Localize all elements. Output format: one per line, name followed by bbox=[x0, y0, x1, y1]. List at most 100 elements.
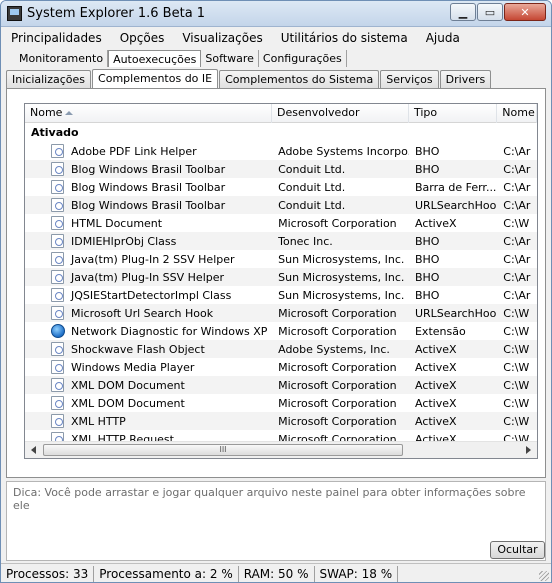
cell-path: C:\Ar bbox=[503, 144, 531, 158]
row-name: Microsoft Url Search Hook bbox=[71, 306, 214, 320]
tab-software[interactable]: Software bbox=[201, 50, 259, 67]
table-row[interactable]: XML DOM Document Microsoft Corporation Act… bbox=[25, 376, 537, 394]
row-name: Blog Windows Brasil Toolbar bbox=[71, 162, 226, 176]
cell-name: Adobe PDF Link Helper bbox=[25, 144, 272, 158]
cell-path: C:\W bbox=[503, 414, 530, 428]
maximize-button[interactable]: ▭ bbox=[477, 3, 503, 21]
cell-type: BHO bbox=[414, 162, 440, 176]
scroll-thumb[interactable]: III bbox=[43, 444, 403, 456]
table-row[interactable]: Java(tm) Plug-In 2 SSV Helper Sun Microsy… bbox=[25, 250, 537, 268]
drop-panel[interactable]: Dica: Você pode arrastar e jogar qualque… bbox=[6, 481, 546, 561]
menu-opcoes[interactable]: Opções bbox=[111, 31, 174, 45]
cell-type: BHO bbox=[414, 234, 440, 248]
cell-type: ActiveX bbox=[414, 414, 457, 428]
tab-complementos-sistema[interactable]: Complementos do Sistema bbox=[219, 70, 380, 88]
tab-servicos[interactable]: Serviços bbox=[380, 70, 439, 88]
cell-developer: Sun Microsystems, Inc. bbox=[278, 288, 405, 302]
file-icon bbox=[51, 252, 64, 266]
tab-autoexecucoes[interactable]: Autoexecuções bbox=[108, 50, 202, 67]
cell-name: JQSIEStartDetectorImpl Class bbox=[25, 288, 272, 302]
file-icon bbox=[51, 216, 64, 230]
row-name: Blog Windows Brasil Toolbar bbox=[71, 198, 226, 212]
file-icon bbox=[51, 360, 64, 374]
status-processing: Processamento a: 2 % bbox=[94, 565, 239, 582]
cell-name: HTML Document bbox=[25, 216, 272, 230]
app-icon[interactable] bbox=[7, 6, 22, 21]
column-header-caminho[interactable]: Nome bbox=[497, 104, 537, 123]
cell-type: ActiveX bbox=[414, 216, 457, 230]
cell-path: C:\W bbox=[503, 396, 530, 410]
file-icon bbox=[51, 234, 64, 248]
cell-developer: Microsoft Corporation bbox=[278, 396, 397, 410]
table-row[interactable]: Shockwave Flash Object Adobe Systems, Inc… bbox=[25, 340, 537, 358]
table-row[interactable]: Blog Windows Brasil Toolbar Conduit Ltd. B… bbox=[25, 160, 537, 178]
menu-visualizacoes[interactable]: Visualizações bbox=[173, 31, 271, 45]
addons-list[interactable]: Nome Desenvolvedor Tipo Nome Ativado Ado… bbox=[24, 103, 538, 459]
table-row[interactable]: Blog Windows Brasil Toolbar Conduit Ltd. B… bbox=[25, 178, 537, 196]
file-icon bbox=[51, 378, 64, 392]
row-name: JQSIEStartDetectorImpl Class bbox=[71, 288, 232, 302]
list-header: Nome Desenvolvedor Tipo Nome bbox=[25, 104, 537, 123]
cell-type: URLSearchHook bbox=[414, 306, 498, 320]
table-row[interactable]: JQSIEStartDetectorImpl Class Sun Microsys… bbox=[25, 286, 537, 304]
minimize-button[interactable]: ▁ bbox=[450, 3, 476, 21]
table-row[interactable]: IDMIEHlprObj Class Tonec Inc. BHO C:\Ar bbox=[25, 232, 537, 250]
file-icon bbox=[51, 414, 64, 428]
tab-monitoramento[interactable]: Monitoramento bbox=[15, 50, 109, 67]
column-header-nome[interactable]: Nome bbox=[25, 104, 273, 123]
status-bar: Processos: 33 Processamento a: 2 % RAM: … bbox=[1, 563, 551, 582]
tab-configuracoes[interactable]: Configurações bbox=[258, 50, 347, 67]
hide-button[interactable]: Ocultar bbox=[490, 541, 545, 559]
close-button[interactable]: ✕ bbox=[504, 3, 546, 21]
table-row[interactable]: XML HTTP Microsoft Corporation ActiveX C:\W bbox=[25, 412, 537, 430]
table-row[interactable]: XML DOM Document Microsoft Corporation Act… bbox=[25, 394, 537, 412]
cell-path: C:\W bbox=[503, 324, 530, 338]
table-row[interactable]: Windows Media Player Microsoft Corporatio… bbox=[25, 358, 537, 376]
cell-name: Java(tm) Plug-In 2 SSV Helper bbox=[25, 252, 272, 266]
menu-utilitarios[interactable]: Utilitários do sistema bbox=[272, 31, 417, 45]
cell-type: BHO bbox=[414, 270, 440, 284]
file-icon bbox=[51, 144, 64, 158]
table-row[interactable]: Blog Windows Brasil Toolbar Conduit Ltd. U… bbox=[25, 196, 537, 214]
tab-complementos-ie[interactable]: Complementos do IE bbox=[92, 69, 219, 89]
row-name: Blog Windows Brasil Toolbar bbox=[71, 180, 226, 194]
tab-drivers[interactable]: Drivers bbox=[439, 70, 492, 88]
cell-name: Shockwave Flash Object bbox=[25, 342, 272, 356]
tab-panel: Nome Desenvolvedor Tipo Nome Ativado Ado… bbox=[6, 88, 546, 478]
horizontal-scrollbar[interactable]: III bbox=[25, 441, 537, 458]
cell-type: ActiveX bbox=[414, 360, 457, 374]
menu-bar: Principalidades Opções Visualizações Uti… bbox=[1, 28, 551, 48]
menu-principalidades[interactable]: Principalidades bbox=[1, 31, 111, 45]
cell-path: C:\W bbox=[503, 378, 530, 392]
table-row[interactable]: Adobe PDF Link Helper Adobe Systems Incor… bbox=[25, 142, 537, 160]
column-header-tipo[interactable]: Tipo bbox=[409, 104, 498, 123]
table-row[interactable]: Java(tm) Plug-In SSV Helper Sun Microsyst… bbox=[25, 268, 537, 286]
cell-type: ActiveX bbox=[414, 378, 457, 392]
resize-grip-icon[interactable] bbox=[539, 571, 549, 581]
cell-developer: Conduit Ltd. bbox=[278, 180, 346, 194]
row-name: Adobe PDF Link Helper bbox=[71, 144, 197, 158]
row-name: XML DOM Document bbox=[71, 396, 185, 410]
menu-ajuda[interactable]: Ajuda bbox=[417, 31, 469, 45]
column-header-desenvolvedor[interactable]: Desenvolvedor bbox=[272, 104, 409, 123]
cell-path: C:\W bbox=[503, 342, 530, 356]
cell-path: C:\Ar bbox=[503, 252, 531, 266]
table-row[interactable]: Network Diagnostic for Windows XP Microso… bbox=[25, 322, 537, 340]
cell-type: Extensão bbox=[414, 324, 466, 338]
file-icon bbox=[51, 162, 64, 176]
file-icon bbox=[51, 342, 64, 356]
main-tabs: Monitoramento Autoexecuções Software Con… bbox=[15, 49, 347, 67]
scroll-right-icon[interactable] bbox=[526, 446, 531, 454]
cell-developer: Adobe Systems, Inc. bbox=[278, 342, 390, 356]
scroll-left-icon[interactable] bbox=[31, 446, 36, 454]
title-bar[interactable]: System Explorer 1.6 Beta 1 ▁ ▭ ✕ bbox=[1, 1, 551, 27]
cell-type: ActiveX bbox=[414, 342, 457, 356]
cell-developer: Tonec Inc. bbox=[278, 234, 333, 248]
status-swap: SWAP: 18 % bbox=[315, 565, 399, 582]
tab-inicializacoes[interactable]: Inicializações bbox=[6, 70, 92, 88]
cell-path: C:\W bbox=[503, 216, 530, 230]
table-row[interactable]: HTML Document Microsoft Corporation Active… bbox=[25, 214, 537, 232]
table-row[interactable]: Microsoft Url Search Hook Microsoft Corpo… bbox=[25, 304, 537, 322]
sub-tabs: Inicializações Complementos do IE Comple… bbox=[6, 68, 492, 89]
globe-icon bbox=[51, 324, 65, 338]
